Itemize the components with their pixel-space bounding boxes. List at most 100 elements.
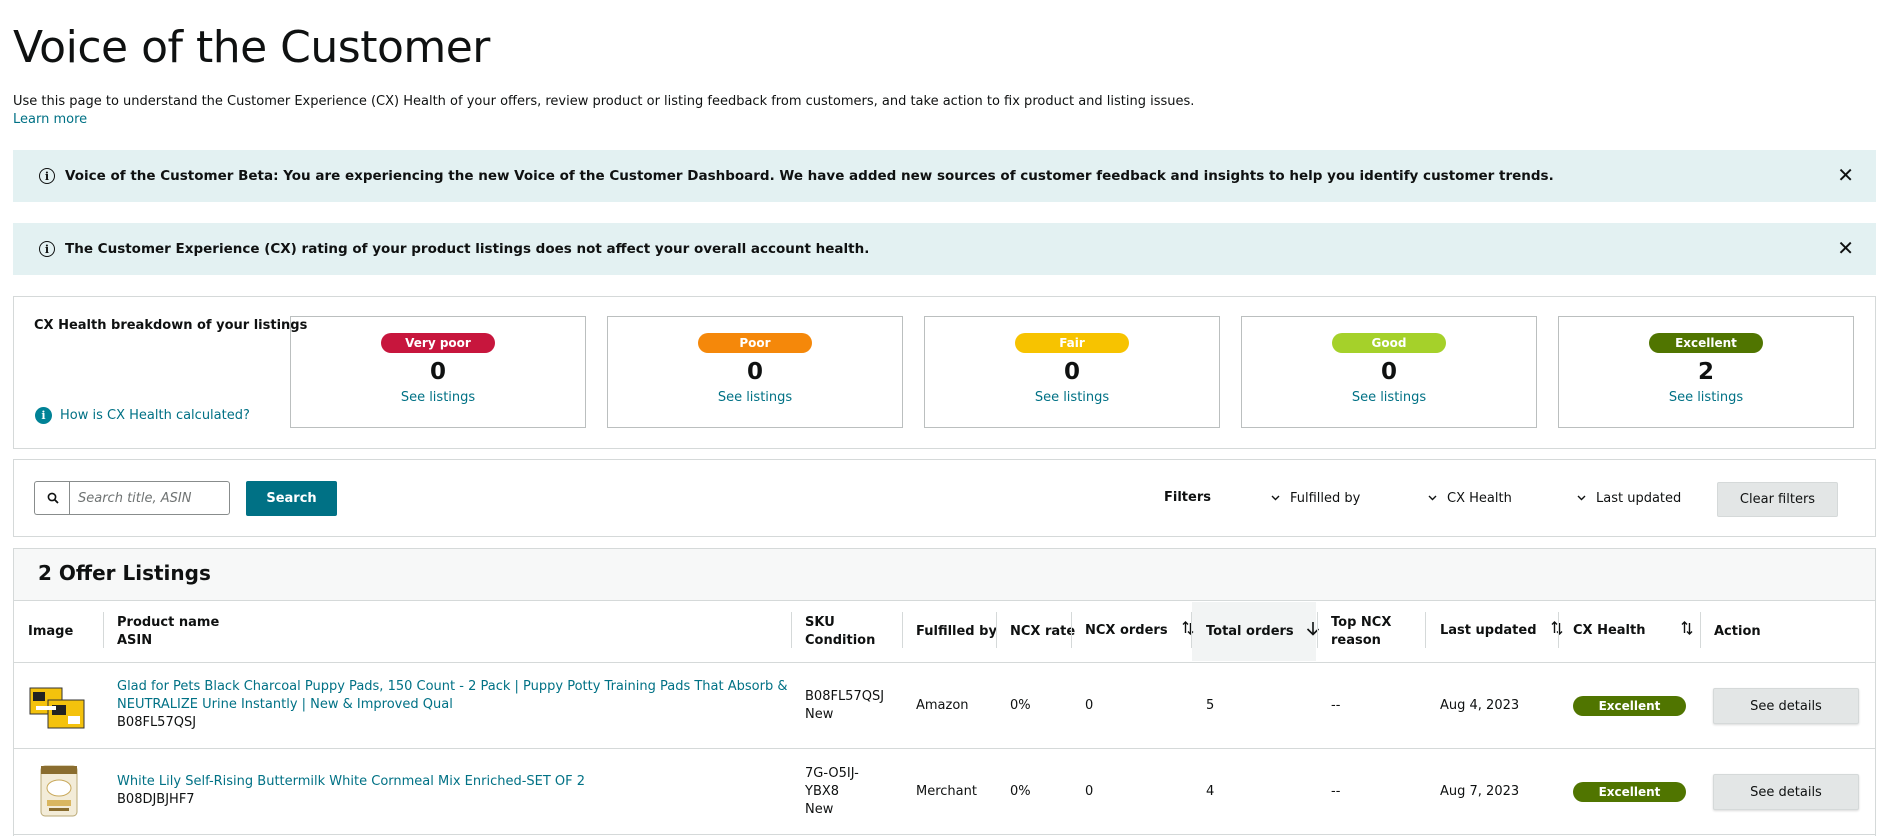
filter-cx-health-label[interactable]: CX Health [1447, 491, 1512, 506]
col-ncx-rate: NCX rate [1010, 624, 1076, 639]
filter-fulfilled-by-label[interactable]: Fulfilled by [1290, 491, 1360, 506]
ncx-rate-value: 0% [1010, 784, 1031, 799]
cx-card-good: Good 0 See listings [1241, 316, 1537, 428]
sort-icon[interactable] [1681, 621, 1693, 641]
product-image [37, 762, 81, 824]
total-orders-value: 5 [1206, 698, 1215, 713]
see-listings-very-poor[interactable]: See listings [401, 390, 475, 405]
cx-count-excellent: 2 [1697, 359, 1714, 385]
col-fulfilled-by: Fulfilled by [916, 624, 997, 639]
column-divider [1317, 612, 1318, 648]
filter-cx-health[interactable]: CX Health [1428, 491, 1512, 506]
product-name[interactable]: Glad for Pets Black Charcoal Puppy Pads,… [117, 678, 787, 732]
see-listings-good[interactable]: See listings [1352, 390, 1426, 405]
chevron-down-icon [1428, 493, 1437, 504]
column-divider [103, 612, 104, 648]
col-cx-health-label[interactable]: CX Health [1573, 622, 1645, 640]
column-divider [1071, 612, 1072, 648]
col-product-name: Product name ASIN [117, 614, 219, 650]
ncx-orders-value: 0 [1085, 698, 1094, 713]
sku-value: 7G-O5IJ- [805, 766, 859, 781]
product-name-line[interactable]: NEUTRALIZE Urine Instantly | New & Impro… [117, 696, 787, 714]
top-ncx-reason-value: -- [1331, 698, 1341, 713]
sku-value: YBX8 [805, 784, 840, 799]
cx-badge-poor: Poor [698, 333, 812, 353]
beta-alert: i Voice of the Customer Beta: You are ex… [13, 150, 1876, 202]
see-details-button[interactable]: See details [1713, 688, 1859, 724]
product-name-line[interactable]: White Lily Self-Rising Buttermilk White … [117, 773, 585, 791]
column-divider [791, 612, 792, 648]
search-icon [34, 481, 70, 515]
fulfilled-by-value: Amazon [916, 698, 969, 713]
product-sku: B08FL57QSJ New [805, 688, 884, 724]
col-last-updated[interactable]: Last updated [1440, 621, 1563, 641]
sku-value: B08FL57QSJ [805, 689, 885, 704]
search-input[interactable] [69, 481, 230, 515]
product-name-line[interactable]: Glad for Pets Black Charcoal Puppy Pads,… [117, 678, 787, 696]
cx-card-very-poor: Very poor 0 See listings [290, 316, 586, 428]
cx-card-poor: Poor 0 See listings [607, 316, 903, 428]
product-asin: B08DJBJHF7 [117, 792, 195, 807]
beta-alert-message: Voice of the Customer Beta: You are expe… [65, 168, 1554, 184]
row-divider [14, 748, 1875, 749]
cx-count-poor: 0 [746, 359, 763, 385]
cx-breakdown-title: CX Health breakdown of your listings [34, 318, 308, 333]
col-reason-label: reason [1331, 633, 1381, 648]
see-listings-fair[interactable]: See listings [1035, 390, 1109, 405]
filter-last-updated[interactable]: Last updated [1577, 491, 1681, 506]
top-ncx-reason-value: -- [1331, 784, 1341, 799]
info-icon: i [39, 241, 55, 257]
search-button[interactable]: Search [246, 481, 337, 516]
col-top-ncx-reason: Top NCX reason [1331, 614, 1391, 650]
col-action: Action [1714, 624, 1761, 639]
column-divider [1191, 612, 1192, 648]
col-asin-label: ASIN [117, 633, 153, 648]
filter-last-updated-label[interactable]: Last updated [1596, 491, 1681, 506]
col-total-orders-label[interactable]: Total orders [1206, 623, 1294, 641]
col-sku: SKU Condition [805, 614, 875, 650]
col-total-orders[interactable]: Total orders [1206, 621, 1320, 642]
learn-more-link[interactable]: Learn more [13, 112, 87, 127]
col-image: Image [28, 624, 74, 639]
cx-card-excellent: Excellent 2 See listings [1558, 316, 1854, 428]
cx-health-help-label[interactable]: How is CX Health calculated? [60, 408, 250, 423]
cx-health-help-link[interactable]: i How is CX Health calculated? [35, 407, 250, 424]
cx-badge-fair: Fair [1015, 333, 1129, 353]
col-last-updated-label[interactable]: Last updated [1440, 622, 1537, 640]
product-name[interactable]: White Lily Self-Rising Buttermilk White … [117, 773, 585, 809]
clear-filters-button[interactable]: Clear filters [1717, 482, 1838, 517]
column-divider [996, 612, 997, 648]
table-title: 2 Offer Listings [38, 561, 211, 585]
see-listings-poor[interactable]: See listings [718, 390, 792, 405]
condition-value: New [805, 802, 834, 817]
product-asin: B08FL57QSJ [117, 715, 197, 730]
cx-count-very-poor: 0 [429, 359, 446, 385]
page-description: Use this page to understand the Customer… [13, 94, 1195, 109]
col-ncx-orders[interactable]: NCX orders [1085, 621, 1194, 641]
col-condition-label: Condition [805, 633, 876, 648]
chevron-down-icon [1271, 493, 1280, 504]
row-divider [14, 834, 1875, 835]
cx-rating-alert-message: The Customer Experience (CX) rating of y… [65, 241, 870, 257]
sort-icon[interactable] [1551, 621, 1563, 641]
column-divider [902, 612, 903, 648]
cx-badge-excellent: Excellent [1649, 333, 1763, 353]
col-product-name-label: Product name [117, 615, 220, 630]
cx-badge-very-poor: Very poor [381, 333, 495, 353]
close-icon[interactable]: ✕ [1837, 237, 1854, 259]
col-ncx-orders-label[interactable]: NCX orders [1085, 622, 1168, 640]
cx-card-fair: Fair 0 See listings [924, 316, 1220, 428]
close-icon[interactable]: ✕ [1837, 164, 1854, 186]
see-details-button[interactable]: See details [1713, 774, 1859, 810]
col-cx-health[interactable]: CX Health [1573, 621, 1693, 641]
see-listings-excellent[interactable]: See listings [1669, 390, 1743, 405]
col-top-ncx-label: Top NCX [1331, 615, 1392, 630]
page-title: Voice of the Customer [13, 22, 490, 73]
column-divider [1425, 612, 1426, 648]
column-divider [1700, 612, 1701, 648]
filter-fulfilled-by[interactable]: Fulfilled by [1271, 491, 1360, 506]
row-divider [14, 662, 1875, 663]
ncx-orders-value: 0 [1085, 784, 1094, 799]
info-icon: i [39, 168, 55, 184]
cx-health-badge: Excellent [1573, 696, 1686, 716]
